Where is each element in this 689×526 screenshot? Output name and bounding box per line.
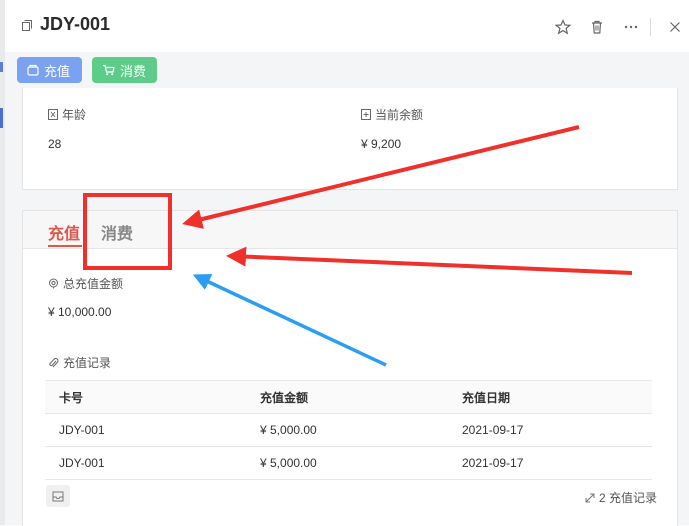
action-toolbar: 充值 消费 bbox=[5, 52, 689, 88]
active-tab-indicator bbox=[48, 245, 82, 247]
background-nav-mark bbox=[0, 108, 3, 128]
background-nav-mark bbox=[0, 62, 3, 72]
age-value: 28 bbox=[48, 137, 62, 151]
balance-value: ¥ 9,200 bbox=[361, 137, 402, 151]
records-count-text: 2 充值记录 bbox=[598, 491, 657, 505]
tab-consume[interactable]: 消费 bbox=[101, 220, 133, 244]
add-record-button[interactable] bbox=[46, 485, 70, 507]
balance-label-text: 当前余额 bbox=[375, 108, 424, 122]
recharge-button-label: 充值 bbox=[44, 63, 71, 79]
cell-amount: ¥ 5,000.00 bbox=[260, 423, 317, 437]
recharge-records-label: 充值记录 bbox=[48, 354, 111, 371]
table-row[interactable]: JDY-001 ¥ 5,000.00 2021-09-17 bbox=[45, 414, 652, 447]
age-field-label: 年龄 bbox=[48, 106, 86, 123]
drawer-header: JDY-001 bbox=[5, 0, 689, 53]
table-row[interactable]: JDY-001 ¥ 5,000.00 2021-09-17 bbox=[45, 447, 652, 480]
total-recharge-value: ¥ 10,000.00 bbox=[48, 305, 112, 319]
header-divider bbox=[650, 18, 651, 36]
formula-field-icon bbox=[361, 109, 371, 120]
close-icon[interactable] bbox=[667, 19, 683, 35]
number-field-icon bbox=[48, 109, 58, 120]
tray-icon bbox=[52, 491, 64, 501]
expand-icon bbox=[585, 493, 595, 502]
paperclip-icon bbox=[49, 357, 59, 367]
copy-icon[interactable] bbox=[22, 20, 32, 31]
recharge-records-table: 卡号 充值金额 充值日期 JDY-001 ¥ 5,000.00 2021-09-… bbox=[45, 380, 652, 480]
column-header-amount: 充值金额 bbox=[260, 390, 309, 405]
tabs-card: 充值 消费 总充值金额 ¥ 10,000.00 充值记录 卡号 充值金额 充值日… bbox=[22, 210, 678, 526]
tab-bar: 充值 消费 bbox=[23, 211, 677, 249]
table-header-row: 卡号 充值金额 充值日期 bbox=[45, 380, 652, 414]
wallet-icon bbox=[27, 64, 39, 76]
balance-field-label: 当前余额 bbox=[361, 106, 423, 123]
cell-date: 2021-09-17 bbox=[462, 423, 524, 437]
cell-amount: ¥ 5,000.00 bbox=[260, 456, 317, 470]
trash-icon[interactable] bbox=[589, 19, 605, 35]
records-count[interactable]: 2 充值记录 bbox=[585, 489, 657, 506]
more-icon[interactable] bbox=[623, 19, 639, 35]
consume-button[interactable]: 消费 bbox=[92, 57, 157, 83]
cart-icon bbox=[103, 64, 115, 76]
info-card: 年龄 28 当前余额 ¥ 9,200 bbox=[22, 88, 678, 190]
tab-recharge[interactable]: 充值 bbox=[48, 220, 80, 244]
record-drawer: JDY-001 充值 消费 年龄 28 当前余额 ¥ 9,200 充值 消费 总… bbox=[5, 0, 689, 526]
age-label-text: 年龄 bbox=[62, 108, 87, 122]
recharge-button[interactable]: 充值 bbox=[17, 57, 82, 83]
cell-date: 2021-09-17 bbox=[462, 456, 524, 470]
records-label-text: 充值记录 bbox=[63, 356, 112, 370]
summary-icon bbox=[49, 278, 58, 289]
total-recharge-label: 总充值金额 bbox=[48, 275, 123, 292]
cell-card-no: JDY-001 bbox=[59, 456, 105, 470]
consume-button-label: 消费 bbox=[120, 63, 147, 79]
page-title: JDY-001 bbox=[40, 14, 111, 34]
column-header-card-no: 卡号 bbox=[59, 390, 84, 405]
total-label-text: 总充值金额 bbox=[63, 277, 124, 291]
star-icon[interactable] bbox=[555, 19, 571, 35]
cell-card-no: JDY-001 bbox=[59, 423, 105, 437]
column-header-date: 充值日期 bbox=[462, 390, 511, 405]
